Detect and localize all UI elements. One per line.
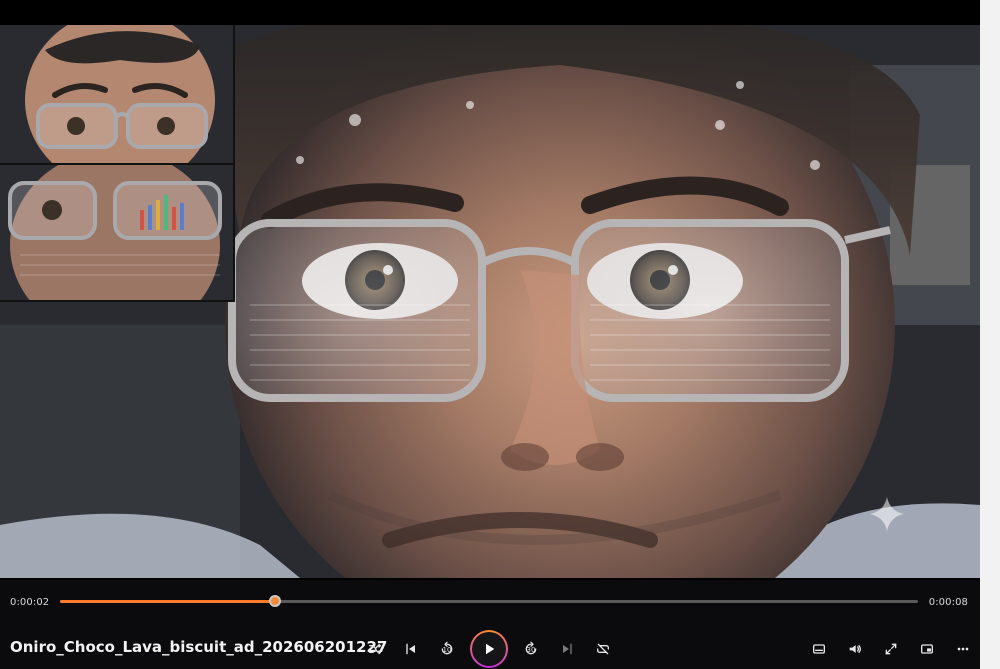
mini-player-button[interactable]: [916, 638, 938, 660]
total-time: 0:00:08: [928, 597, 968, 608]
skip-next-icon: [563, 643, 572, 655]
media-player-window: 0:00:02 0:00:08 Onirо_Choco_Lava_biscuit…: [0, 0, 1000, 669]
play-button-inner: [472, 632, 506, 666]
player-controls: 0:00:02 0:00:08 Onirо_Choco_Lava_biscuit…: [0, 580, 980, 669]
shuffle-button[interactable]: [364, 638, 386, 660]
repeat-off-icon: [597, 643, 609, 655]
media-title: Onirо_Choco_Lava_biscuit_ad_202606201227: [10, 638, 388, 656]
play-button[interactable]: [470, 630, 508, 668]
inset-thumbnail-top: [0, 25, 233, 165]
right-window-edge: [980, 0, 1000, 669]
skip-forward-30-button[interactable]: 30: [520, 638, 542, 660]
more-icon: [957, 647, 969, 651]
repeat-button[interactable]: [592, 638, 614, 660]
more-options-button[interactable]: [952, 638, 974, 660]
fullscreen-button[interactable]: [880, 638, 902, 660]
seek-bar-progress: [60, 600, 275, 603]
sparkle-icon: [869, 496, 905, 532]
previous-button[interactable]: [400, 638, 422, 660]
fullscreen-icon: [885, 643, 897, 655]
skip-previous-icon: [406, 643, 415, 655]
mini-player-icon: [921, 644, 933, 654]
seek-bar[interactable]: [60, 595, 918, 607]
skip-back-10-button[interactable]: 10: [436, 638, 458, 660]
inset-thumbnail-top-image: [0, 25, 233, 163]
rewind-10-icon: [441, 641, 453, 655]
forward-30-icon: [525, 641, 537, 655]
inset-thumbnails: [0, 25, 235, 302]
inset-thumbnail-bottom-image: [0, 165, 233, 300]
volume-icon: [849, 645, 861, 653]
subtitles-icon: [813, 644, 825, 654]
seek-bar-thumb[interactable]: [268, 595, 281, 607]
next-button[interactable]: [556, 638, 578, 660]
current-time: 0:00:02: [10, 597, 50, 608]
shuffle-icon: [369, 643, 381, 655]
captions-button[interactable]: [808, 638, 830, 660]
volume-button[interactable]: [844, 638, 866, 660]
play-icon: [486, 643, 495, 655]
inset-thumbnail-bottom: [0, 165, 233, 300]
